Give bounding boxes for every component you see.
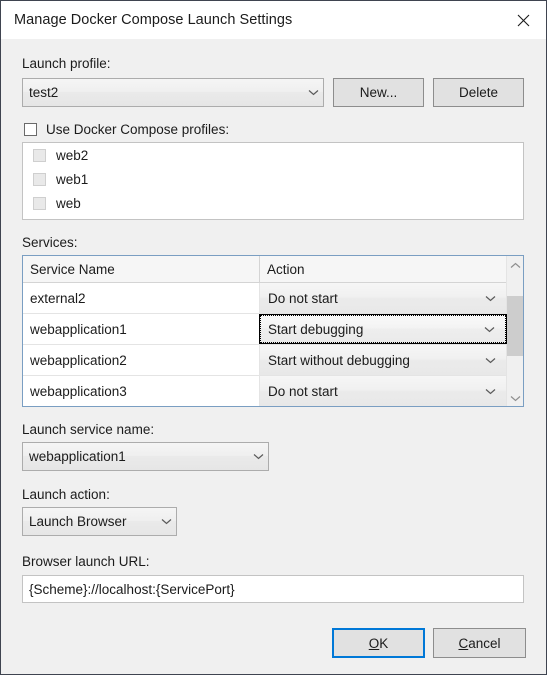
services-grid[interactable]: Service Name Action external2 Do not sta… [22,255,524,407]
ok-label-rest: K [379,635,389,651]
cancel-label-rest: ancel [468,635,501,651]
checkbox-box [33,172,46,186]
scroll-up-button[interactable] [507,256,523,273]
launch-profile-label: Launch profile: [22,56,111,71]
use-compose-profiles-checkbox[interactable]: Use Docker Compose profiles: [24,122,229,137]
list-item-label: web2 [56,147,89,163]
chevron-down-icon [248,453,268,460]
ok-button-label: OK [369,636,389,651]
browser-launch-url-input[interactable]: {Scheme}://localhost:{ServicePort} [22,575,524,603]
cell-action-combo[interactable]: Do not start [259,376,507,406]
list-item[interactable]: web1 [23,167,523,191]
cancel-accel-char: C [458,635,469,651]
cancel-button-label: Cancel [458,636,500,651]
delete-profile-button-label: Delete [458,85,499,100]
cell-service-name: webapplication1 [30,321,127,337]
launch-action-value: Launch Browser [29,514,127,529]
cell-service-name: webapplication2 [30,352,127,368]
chevron-down-icon [485,357,507,364]
column-header-service-name[interactable]: Service Name [23,256,259,282]
ok-accel-char: O [368,635,380,651]
table-row[interactable]: webapplication2 Start without debugging [23,345,523,376]
services-grid-header: Service Name Action [23,256,523,283]
scrollbar-thumb[interactable] [507,296,523,356]
checkbox-box [33,148,46,162]
table-row[interactable]: webapplication3 Do not start [23,376,523,406]
chevron-up-icon [510,257,521,272]
ok-button[interactable]: OK [332,628,425,658]
scroll-down-button[interactable] [507,389,523,406]
compose-profiles-list[interactable]: web2 web1 web [22,142,524,220]
close-button[interactable] [500,1,546,39]
checkbox-box [24,123,37,136]
cell-action-value: Do not start [268,383,338,399]
services-grid-scrollbar[interactable] [506,256,523,406]
list-item-label: web1 [56,171,89,187]
chevron-down-icon [485,388,507,395]
use-compose-profiles-label: Use Docker Compose profiles: [46,122,230,137]
chevron-down-icon [156,518,176,525]
launch-service-name-combo[interactable]: webapplication1 [22,442,269,471]
list-item[interactable]: web [23,191,523,215]
chevron-down-icon [484,326,506,333]
launch-action-combo[interactable]: Launch Browser [22,507,177,536]
delete-profile-button[interactable]: Delete [433,78,524,107]
column-header-action[interactable]: Action [259,256,507,282]
dialog-body: Launch profile: test2 New... Delete Use … [1,39,546,674]
new-profile-button-label: New... [359,85,398,100]
launch-service-name-value: webapplication1 [29,449,126,464]
checkbox-box [33,196,46,210]
list-item[interactable]: web2 [23,143,523,167]
cell-service-name: webapplication3 [30,383,127,399]
manage-docker-compose-launch-settings-dialog: Manage Docker Compose Launch Settings La… [0,0,547,675]
dialog-title: Manage Docker Compose Launch Settings [14,12,293,28]
cell-action-value: Start without debugging [268,352,410,368]
new-profile-button[interactable]: New... [333,78,424,107]
close-icon [517,14,530,27]
chevron-down-icon [485,295,507,302]
launch-profile-value: test2 [29,85,59,100]
cell-action-combo[interactable]: Start without debugging [259,345,507,375]
cancel-button[interactable]: Cancel [433,628,526,658]
table-row[interactable]: webapplication1 Start debugging [23,314,523,345]
services-label: Services: [22,235,78,250]
cell-service-name: external2 [30,290,86,306]
dialog-titlebar: Manage Docker Compose Launch Settings [1,1,546,39]
cell-action-combo[interactable]: Start debugging [259,314,507,344]
launch-service-name-label: Launch service name: [22,422,155,437]
cell-action-value: Do not start [268,290,338,306]
launch-profile-combo[interactable]: test2 [22,78,324,107]
chevron-down-icon [510,390,521,405]
browser-launch-url-label: Browser launch URL: [22,554,150,569]
cell-action-combo[interactable]: Do not start [259,283,507,313]
list-item-label: web [56,195,81,211]
launch-action-label: Launch action: [22,487,110,502]
table-row[interactable]: external2 Do not start [23,283,523,314]
cell-action-value: Start debugging [268,321,364,337]
chevron-down-icon [303,89,323,96]
